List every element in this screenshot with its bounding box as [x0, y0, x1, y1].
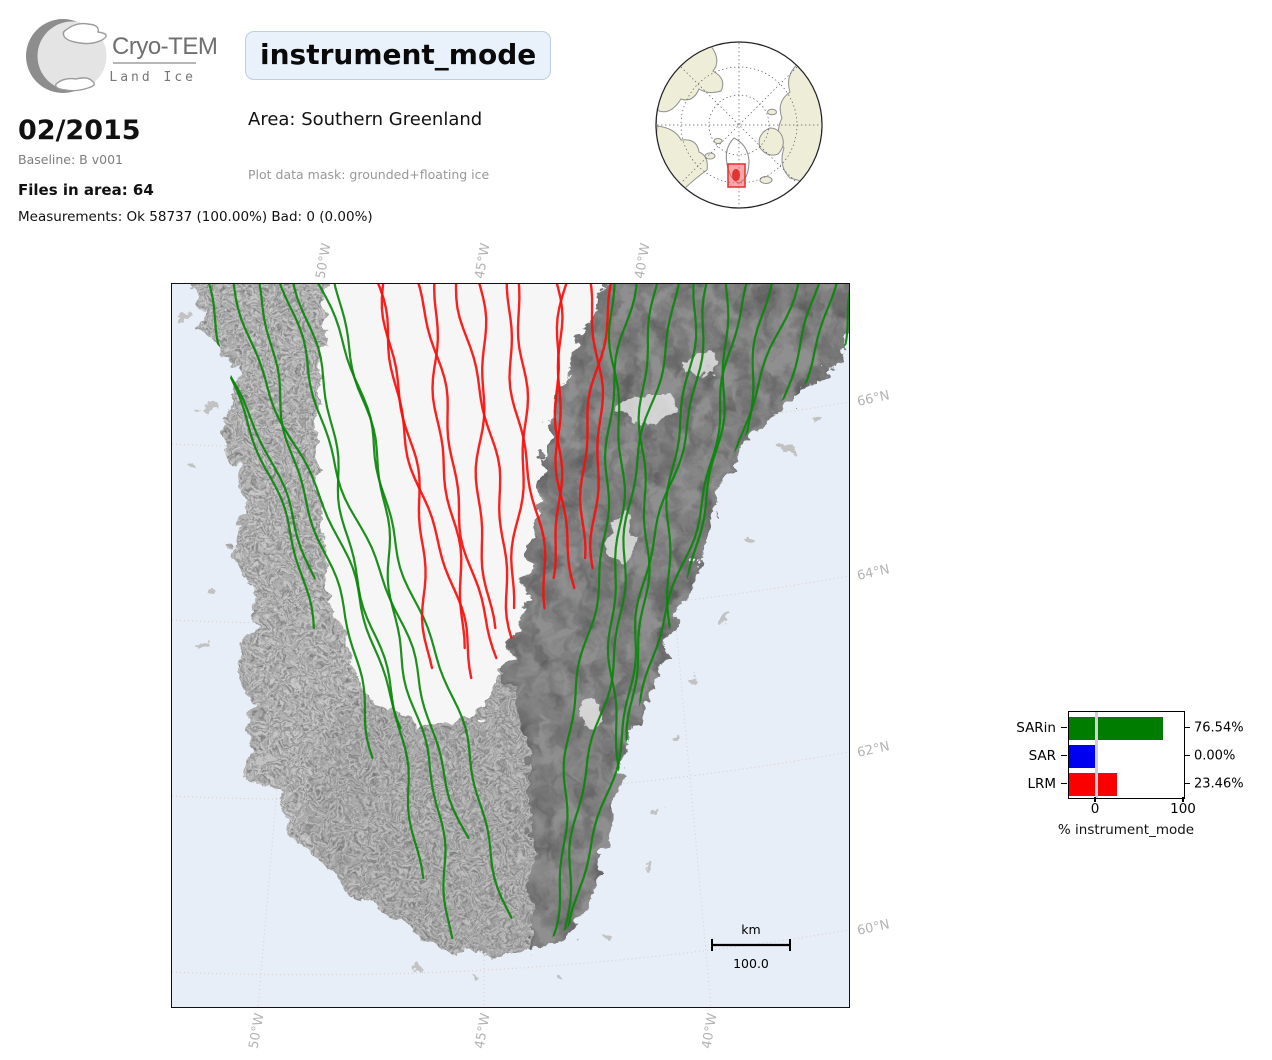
- chart-value-label: 76.54%: [1194, 720, 1244, 735]
- qc-report-page: Cryo-TEMPO Land Ice instrument_mode 02/2…: [0, 0, 1272, 1060]
- lat-tick-right: 60°N: [856, 917, 891, 938]
- chart-category-label: SAR: [1000, 748, 1056, 764]
- greenland-map: km 100.0: [171, 283, 850, 1008]
- chart-category-label: LRM: [1000, 776, 1056, 792]
- cryo-tempo-logo: Cryo-TEMPO Land Ice: [18, 8, 218, 108]
- chart-tick: [1061, 783, 1067, 784]
- chart-tick: [1184, 727, 1190, 728]
- chart-value-label: 23.46%: [1194, 776, 1244, 791]
- instrument-mode-chart: SARin 76.54% SAR 0.00% LRM 23.46% 0 100 % instr…: [1000, 700, 1272, 850]
- scale-bar-value: 100.0: [733, 956, 769, 971]
- lon-tick-top: 50°W: [313, 242, 334, 280]
- chart-xtick-label: 0: [1091, 801, 1100, 817]
- chart-xaxis-title: % instrument_mode: [1058, 822, 1194, 838]
- logo-title: Cryo-TEMPO: [112, 33, 218, 60]
- data-mask-label: Plot data mask: grounded+floating ice: [248, 167, 489, 182]
- logo-subtitle: Land Ice: [109, 70, 196, 85]
- logo-antarctica-outline: [56, 78, 95, 91]
- chart-tick: [1184, 755, 1190, 756]
- area-label: Area: Southern Greenland: [248, 109, 482, 130]
- period-label: 02/2015: [18, 115, 141, 146]
- lon-tick-top: 40°W: [632, 242, 653, 280]
- logo-greenland-outline: [63, 24, 106, 44]
- chart-value-label: 0.00%: [1194, 748, 1235, 763]
- chart-plot-area: [1068, 711, 1185, 799]
- lon-tick-bottom: 45°W: [472, 1012, 493, 1050]
- lon-tick-top: 45°W: [472, 242, 493, 280]
- files-in-area-label: Files in area: 64: [18, 181, 154, 199]
- bar-SAR: [1069, 745, 1096, 768]
- chart-tick: [1184, 783, 1190, 784]
- lon-tick-bottom: 40°W: [699, 1012, 720, 1050]
- map-canvas: km 100.0: [172, 284, 849, 1007]
- arctic-inset-map: [652, 38, 826, 212]
- chart-tick: [1061, 727, 1067, 728]
- lat-tick-right: 66°N: [856, 388, 891, 409]
- lon-tick-bottom: 50°W: [246, 1012, 267, 1050]
- chart-zero-line: [1095, 712, 1098, 798]
- scale-bar-unit: km: [741, 922, 760, 937]
- lat-tick-right: 64°N: [856, 562, 891, 583]
- baseline-label: Baseline: B v001: [18, 152, 123, 167]
- chart-tick: [1061, 755, 1067, 756]
- lat-tick-right: 62°N: [856, 739, 891, 760]
- chart-category-label: SARin: [1000, 720, 1056, 736]
- bar-SARin: [1069, 717, 1163, 740]
- measurements-label: Measurements: Ok 58737 (100.00%) Bad: 0 …: [18, 209, 373, 225]
- chart-xtick-label: 100: [1170, 801, 1196, 817]
- inset-area-dot: [732, 169, 740, 181]
- bar-LRM: [1069, 773, 1117, 796]
- plot-title: instrument_mode: [245, 31, 551, 80]
